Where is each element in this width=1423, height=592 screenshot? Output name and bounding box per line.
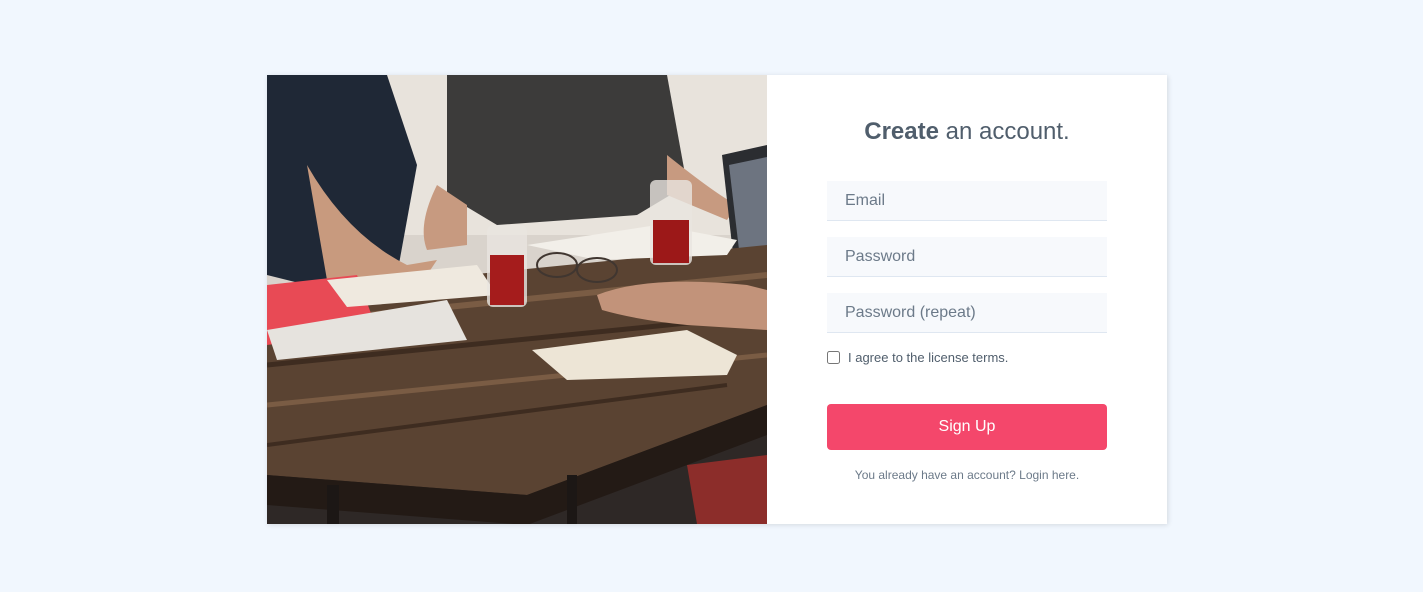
- form-title: Create an account.: [767, 118, 1167, 146]
- hero-image: [267, 75, 767, 524]
- terms-row[interactable]: I agree to the license terms.: [827, 350, 1008, 365]
- terms-label: I agree to the license terms.: [848, 350, 1009, 365]
- login-prompt: You already have an account? Login here.: [767, 468, 1167, 482]
- sign-up-button[interactable]: Sign Up: [827, 404, 1107, 450]
- form-title-rest: an account.: [938, 118, 1070, 145]
- people-at-table-illustration: [267, 75, 767, 524]
- email-input[interactable]: [827, 181, 1107, 221]
- password-input[interactable]: [827, 237, 1107, 277]
- register-form: Create an account. I agree to the licens…: [767, 75, 1167, 524]
- terms-checkbox[interactable]: [827, 351, 840, 364]
- form-title-strong: Create: [864, 118, 939, 145]
- login-link[interactable]: You already have an account? Login here.: [855, 468, 1079, 482]
- register-card: Create an account. I agree to the licens…: [267, 75, 1167, 524]
- password-repeat-input[interactable]: [827, 293, 1107, 333]
